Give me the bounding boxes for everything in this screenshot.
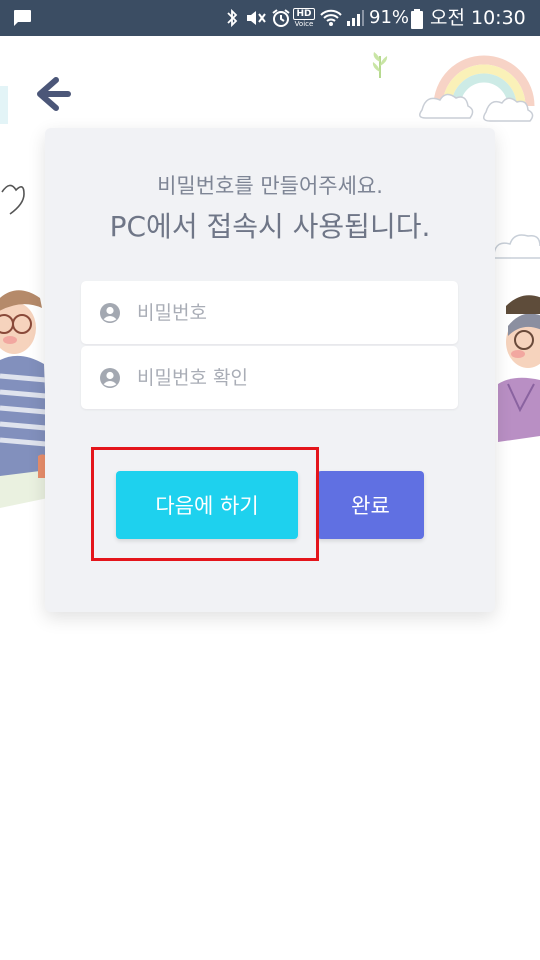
user-icon [99, 302, 121, 328]
hd-label: HD [293, 8, 315, 20]
bluetooth-icon [226, 8, 238, 32]
user-icon [99, 367, 121, 393]
password-confirm-input[interactable] [137, 346, 437, 409]
mute-icon [245, 8, 267, 32]
card-subtitle: 비밀번호를 만들어주세요. [157, 174, 383, 198]
battery-icon [411, 9, 423, 33]
password-input[interactable] [137, 281, 437, 344]
leaf-illustration [368, 50, 392, 84]
later-button[interactable]: 다음에 하기 [116, 471, 298, 539]
grandfather-illustration [0, 280, 50, 519]
message-notification-icon [12, 9, 32, 31]
alarm-icon [271, 8, 291, 32]
heart-doodle [0, 180, 26, 220]
card-title: PC에서 접속시 사용됩니다. [109, 210, 431, 243]
status-clock: 오전 10:30 [430, 7, 526, 29]
signal-icon [346, 10, 364, 30]
left-edge-decoration [0, 86, 10, 130]
back-arrow-icon[interactable] [34, 74, 74, 114]
status-bar: HD Voice 91% 오전 10:30 [0, 0, 540, 36]
done-button[interactable]: 완료 [317, 471, 424, 539]
password-field[interactable] [81, 281, 458, 344]
rainbow-cloud-illustration [416, 42, 540, 136]
grandmother-illustration [494, 284, 540, 448]
voice-label: Voice [294, 20, 314, 28]
wifi-icon [319, 8, 343, 32]
password-setup-card: 비밀번호를 만들어주세요. PC에서 접속시 사용됩니다. [45, 128, 495, 612]
password-confirm-field[interactable] [81, 346, 458, 409]
cloud-outline-right [490, 210, 540, 264]
hd-voice-icon: HD Voice [293, 8, 315, 28]
battery-percent: 91% [369, 7, 410, 28]
